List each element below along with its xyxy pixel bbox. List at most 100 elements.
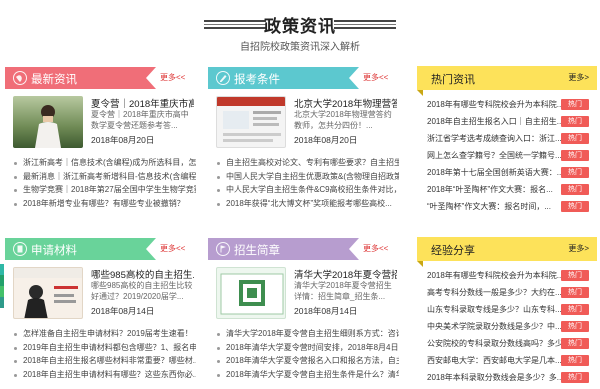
hot-badge: 热门 (561, 338, 589, 349)
pencil-icon (216, 71, 230, 85)
article-thumbnail[interactable] (13, 267, 83, 319)
article-summary: 清华大学2018年夏令营招生详情：招生简章_招生条... (294, 281, 392, 301)
panel-header: 热门资讯 更多> (417, 66, 597, 96)
list-item[interactable]: 浙江省学考选考成绩查询入口：浙江... 热门 (427, 130, 589, 147)
panel-header: 经验分享 更多> (417, 237, 597, 267)
hot-badge: 热门 (561, 355, 589, 366)
hot-badge: 热门 (561, 133, 589, 144)
article-list: 怎样准备自主招生申请材料？2019届考生速看！ 2019年自主招生申请材料都包含… (5, 327, 200, 381)
list-item[interactable]: 2018年“叶圣陶杯”作文大赛：报名... 热门 (427, 181, 589, 198)
list-item[interactable]: 2018年清华大学夏令营自主招生条件是什么？清华... (216, 368, 399, 382)
hot-badge: 热门 (561, 116, 589, 127)
more-link[interactable]: 更多<< (146, 67, 200, 89)
list-item[interactable]: 最新消息｜浙江新高考新增科目-信息技术(含编程)... (13, 170, 196, 184)
hot-badge: 热门 (561, 201, 589, 212)
panel-title: 最新资讯 (31, 74, 77, 86)
list-item[interactable]: 2018年新增专业有哪些？有哪些专业被撤销？ (13, 197, 196, 211)
more-link[interactable]: 更多> (568, 72, 589, 83)
panel-application-conditions: 报考条件 更多<< 北京大学2018年物理营答... 北京大学2018年物理营答… (208, 67, 403, 217)
list-item[interactable]: 中人民大学自主招生条件&C9高校招生条件对比，... (216, 183, 399, 197)
hot-badge: 热门 (561, 372, 589, 383)
list-item[interactable]: 浙江新高考｜信息技术(含编程)成为所选科目，怎... (13, 156, 196, 170)
more-link[interactable]: 更多<< (349, 67, 403, 89)
article-title[interactable]: 北京大学2018年物理营答... (294, 96, 397, 110)
panel-application-materials: 申请材料 更多<< 哪些985高校的自主招生... 哪些985高校的自主招生比较… (5, 238, 200, 389)
more-link[interactable]: 更多> (568, 243, 589, 254)
hot-badge: 热门 (561, 304, 589, 315)
list-item[interactable]: 自主招生高校对论文、专利有哪些要求？自主招生... (216, 156, 399, 170)
list-item[interactable]: 2018年获得“北大博文杯”奖项能报考哪些高校... (216, 197, 399, 211)
featured-article[interactable]: 夏令营｜2018年重庆市高... 夏令营｜2018年重庆市高中数学夏令营还题参考… (5, 96, 200, 152)
list-item[interactable]: 山东专科录取专线是多少？山东专科... 热门 (427, 301, 589, 318)
hot-badge: 热门 (561, 167, 589, 178)
list-item[interactable]: 公安院校的专科录取分数线高吗？多少... 热门 (427, 335, 589, 352)
section-header: 政策资讯 自招院校政策资讯深入解析 (0, 0, 600, 58)
file-icon (13, 242, 27, 256)
panel-header: 招生简章 更多<< (208, 238, 403, 260)
list-item[interactable]: 2018年自主招生报名入口｜自主招生... 热门 (427, 113, 589, 130)
article-date: 2018年08月14日 (294, 306, 358, 316)
article-list: 自主招生高校对论文、专利有哪些要求？自主招生... 中国人民大学自主招生优惠政策… (208, 156, 403, 210)
featured-article[interactable]: 北京大学2018年物理营答... 北京大学2018年物理营答约教师，怎共分四份！… (208, 96, 403, 152)
panel-hot-news: 热门资讯 更多> 2018年有哪些专科院校会升为本科院... 热门 2018年自主… (417, 66, 597, 218)
list-item[interactable]: 中央美术学院录取分数线是多少？中... 热门 (427, 318, 589, 335)
list-item[interactable]: 2019年自主招生申请材料都包含哪些？1、报名申... (13, 341, 196, 355)
list-item[interactable]: 2018年有哪些专科院校会升为本科院... 热门 (427, 96, 589, 113)
article-title[interactable]: 哪些985高校的自主招生... (91, 267, 194, 281)
title-decoration-right (334, 20, 396, 29)
hot-badge: 热门 (561, 99, 589, 110)
list-item[interactable]: 2018年第十七届全国创新英语大赛：... 热门 (427, 164, 589, 181)
article-title[interactable]: 夏令营｜2018年重庆市高... (91, 96, 194, 110)
hot-badge: 热门 (561, 321, 589, 332)
article-summary: 北京大学2018年物理营答约教师，怎共分四份！... (294, 110, 392, 130)
panel-header: 申请材料 更多<< (5, 238, 200, 260)
more-link[interactable]: 更多<< (349, 238, 403, 260)
article-thumbnail[interactable] (13, 96, 83, 148)
page-subtitle: 自招院校政策资讯深入解析 (240, 42, 360, 53)
article-summary: 夏令营｜2018年重庆市高中数学夏令营还题参考答... (91, 110, 189, 130)
featured-article[interactable]: 哪些985高校的自主招生... 哪些985高校的自主招生比较好通过？2019/2… (5, 267, 200, 323)
article-date: 2018年08月20日 (294, 135, 358, 145)
list-item[interactable]: 西安邮电大学：西安邮电大学是几本... 热门 (427, 352, 589, 369)
experience-list: 2018年有哪些专科院校会升为本科院... 热门 高考专科分数线一般是多少？大约在… (417, 261, 597, 386)
panel-latest-news: 最新资讯 更多<< 夏令营｜2018年重庆市高... 夏令营｜2018年重庆市高… (5, 67, 200, 217)
list-item[interactable]: 中国人民大学自主招生优惠政策&(含物理自招政策) (216, 170, 399, 184)
featured-article[interactable]: 清华大学2018年夏令营招... 清华大学2018年夏令营招生详情：招生简章_招… (208, 267, 403, 323)
panel-header: 最新资讯 更多<< (5, 67, 200, 89)
list-item[interactable]: “叶圣陶杯”作文大赛：报名时间，... 热门 (427, 198, 589, 215)
list-item[interactable]: 2018年自主招生报名哪些材料非常重要？哪些材... (13, 354, 196, 368)
article-summary: 哪些985高校的自主招生比较好通过？2019/2020届学... (91, 281, 193, 301)
globe-icon (13, 71, 27, 85)
list-item[interactable]: 高考专科分数线一般是多少？大约在... 热门 (427, 284, 589, 301)
more-link[interactable]: 更多<< (146, 238, 200, 260)
hot-badge: 热门 (561, 287, 589, 298)
side-floating-tab[interactable] (0, 264, 4, 308)
article-thumbnail[interactable] (216, 267, 286, 319)
article-date: 2018年08月20日 (91, 135, 155, 145)
list-item[interactable]: 2018年清华大学夏令营时间安排，2018年8月4日... (216, 341, 399, 355)
list-item[interactable]: 2018年自主招生申请材料有哪些？这些东西你必... (13, 368, 196, 382)
panel-title: 热门资讯 (431, 74, 475, 86)
page-title: 政策资讯 (264, 17, 336, 36)
list-item[interactable]: 网上怎么查学籍号？全国统一学籍号... 热门 (427, 147, 589, 164)
list-item[interactable]: 清华大学2018年夏令营自主招生细则系方式：咨询电... (216, 327, 399, 341)
article-list: 浙江新高考｜信息技术(含编程)成为所选科目，怎... 最新消息｜浙江新高考新增科… (5, 156, 200, 210)
hot-news-list: 2018年有哪些专科院校会升为本科院... 热门 2018年自主招生报名入口｜自主… (417, 90, 597, 215)
hot-badge: 热门 (561, 270, 589, 281)
list-item[interactable]: 2018年有哪些专科院校会升为本科院... 热门 (427, 267, 589, 284)
panel-experience-sharing: 经验分享 更多> 2018年有哪些专科院校会升为本科院... 热门 高考专科分数线… (417, 237, 597, 389)
hot-badge: 热门 (561, 184, 589, 195)
article-thumbnail[interactable] (216, 96, 286, 148)
list-item[interactable]: 2018年清华大学夏令营报名入口和报名方法，自主... (216, 354, 399, 368)
list-item[interactable]: 2018年本科录取分数线会是多少？多... 热门 (427, 369, 589, 386)
list-item[interactable]: 生物学竞赛｜2018年第27届全国中学生生物学竞赛... (13, 183, 196, 197)
panel-title: 经验分享 (431, 245, 475, 257)
panel-title: 报考条件 (234, 74, 280, 86)
article-title[interactable]: 清华大学2018年夏令营招... (294, 267, 397, 281)
flag-icon (216, 242, 230, 256)
list-item[interactable]: 怎样准备自主招生申请材料？2019届考生速看！ (13, 327, 196, 341)
panel-title: 申请材料 (31, 245, 77, 257)
panel-title: 招生简章 (234, 245, 280, 257)
hot-badge: 热门 (561, 150, 589, 161)
article-date: 2018年08月14日 (91, 306, 155, 316)
